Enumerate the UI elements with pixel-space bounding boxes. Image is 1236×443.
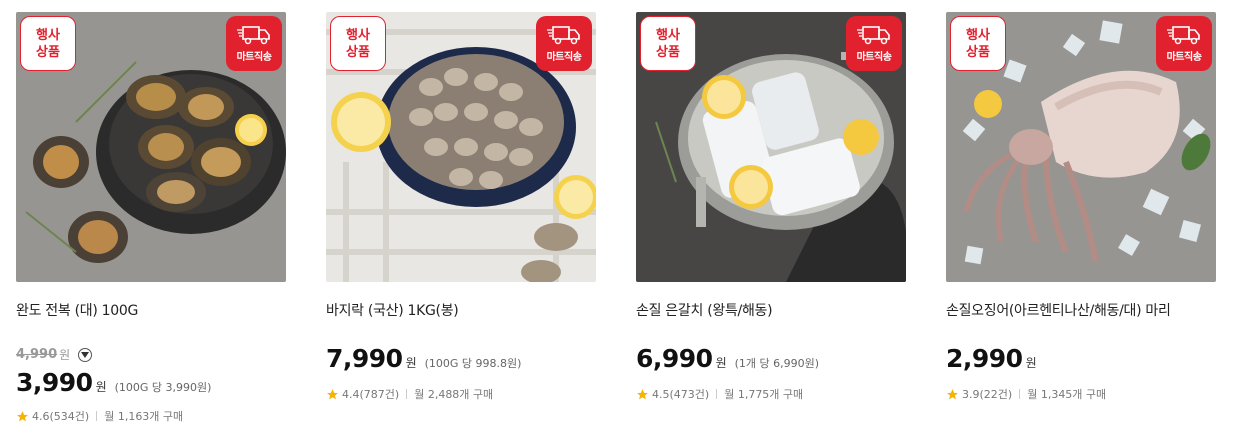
- original-price-row: 4,990 원: [16, 346, 93, 363]
- rating-row: 4.5 (473건) 월 1,775개 구매: [636, 386, 803, 402]
- star-icon: [947, 388, 958, 399]
- sale-price: 6,990: [636, 344, 713, 373]
- original-price-unit: 원: [59, 348, 71, 362]
- product-title[interactable]: 손질 은갈치 (왕특/해동): [636, 300, 773, 320]
- product-image[interactable]: 행사 상품 마트직송: [946, 12, 1216, 282]
- event-badge-line1: 행사: [656, 27, 680, 43]
- sale-price: 2,990: [946, 344, 1023, 373]
- truck-icon: [1167, 26, 1200, 45]
- truck-icon: [547, 26, 580, 45]
- price-row: 7,990 원 (100G 당 998.8원): [326, 344, 521, 373]
- monthly-purchases: 월 1,345개 구매: [1027, 388, 1107, 401]
- product-image[interactable]: 행사 상품 마트직송: [326, 12, 596, 282]
- mart-delivery-badge: 마트직송: [1156, 16, 1212, 71]
- product-image[interactable]: 행사 상품 마트직송: [16, 12, 286, 282]
- event-badge: 행사 상품: [950, 16, 1006, 71]
- mart-delivery-label: 마트직송: [1166, 52, 1202, 63]
- star-icon: [637, 388, 648, 399]
- star-icon: [327, 388, 338, 399]
- mart-delivery-badge: 마트직송: [226, 16, 282, 71]
- divider: [96, 411, 98, 421]
- original-price: 4,990: [16, 347, 58, 362]
- review-count[interactable]: (534건): [50, 408, 90, 424]
- divider: [716, 389, 718, 399]
- sale-price: 7,990: [326, 344, 403, 373]
- mart-delivery-label: 마트직송: [546, 52, 582, 63]
- event-badge-line2: 상품: [656, 44, 680, 60]
- price-row: 2,990 원: [946, 344, 1037, 373]
- product-title[interactable]: 바지락 (국산) 1KG(봉): [326, 300, 459, 320]
- monthly-purchases: 월 2,488개 구매: [414, 388, 494, 401]
- event-badge-line2: 상품: [346, 44, 370, 60]
- product-card[interactable]: 행사 상품 마트직송 바지락 (국산) 1KG(봉) 7,990 원 (100G…: [326, 12, 596, 401]
- unit-price: (100G 당 998.8원): [424, 357, 522, 370]
- event-badge: 행사 상품: [330, 16, 386, 71]
- rating-value: 4.5: [652, 387, 670, 401]
- event-badge: 행사 상품: [20, 16, 76, 71]
- event-badge: 행사 상품: [640, 16, 696, 71]
- divider: [1019, 389, 1021, 399]
- rating-row: 4.6 (534건) 월 1,163개 구매: [16, 408, 183, 424]
- product-card[interactable]: 행사 상품 마트직송 손질오징어(아르헨티나산/해동/대) 마리 2,990 원…: [946, 12, 1216, 401]
- monthly-purchases: 월 1,775개 구매: [724, 388, 804, 401]
- price-row: 6,990 원 (1개 당 6,990원): [636, 344, 819, 373]
- event-badge-line2: 상품: [966, 44, 990, 60]
- price-row: 3,990 원 (100G 당 3,990원): [16, 368, 211, 397]
- divider: [406, 389, 408, 399]
- mart-delivery-label: 마트직송: [856, 52, 892, 63]
- event-badge-line1: 행사: [36, 27, 60, 43]
- rating-row: 3.9 (22건) 월 1,345개 구매: [946, 386, 1106, 402]
- monthly-purchases: 월 1,163개 구매: [104, 410, 184, 423]
- mart-delivery-label: 마트직송: [236, 52, 272, 63]
- rating-row: 4.4 (787건) 월 2,488개 구매: [326, 386, 493, 402]
- product-card[interactable]: 행사 상품 마트직송 완도 전복 (대) 100G 4,990 원 3,990 …: [16, 12, 286, 423]
- unit-price: (100G 당 3,990원): [114, 381, 212, 394]
- event-badge-line2: 상품: [36, 44, 60, 60]
- review-count[interactable]: (787건): [360, 386, 400, 402]
- review-count[interactable]: (473건): [670, 386, 710, 402]
- currency: 원: [715, 356, 727, 370]
- truck-icon: [237, 26, 270, 45]
- product-card[interactable]: 행사 상품 마트직송 손질 은갈치 (왕특/해동) 6,990 원 (1개 당 …: [636, 12, 906, 401]
- event-badge-line1: 행사: [346, 27, 370, 43]
- review-count[interactable]: (22건): [980, 386, 1013, 402]
- rating-value: 4.6: [32, 409, 50, 423]
- event-badge-line1: 행사: [966, 27, 990, 43]
- star-icon: [17, 410, 28, 421]
- currency: 원: [95, 380, 107, 394]
- sale-price: 3,990: [16, 368, 93, 397]
- truck-icon: [857, 26, 890, 45]
- rating-value: 4.4: [342, 387, 360, 401]
- currency: 원: [1025, 356, 1037, 370]
- product-title[interactable]: 완도 전복 (대) 100G: [16, 300, 138, 320]
- product-title[interactable]: 손질오징어(아르헨티나산/해동/대) 마리: [946, 300, 1171, 320]
- chevron-down-icon[interactable]: [78, 347, 93, 362]
- currency: 원: [405, 356, 417, 370]
- product-image[interactable]: 행사 상품 마트직송: [636, 12, 906, 282]
- mart-delivery-badge: 마트직송: [846, 16, 902, 71]
- unit-price: (1개 당 6,990원): [734, 357, 820, 370]
- mart-delivery-badge: 마트직송: [536, 16, 592, 71]
- rating-value: 3.9: [962, 387, 980, 401]
